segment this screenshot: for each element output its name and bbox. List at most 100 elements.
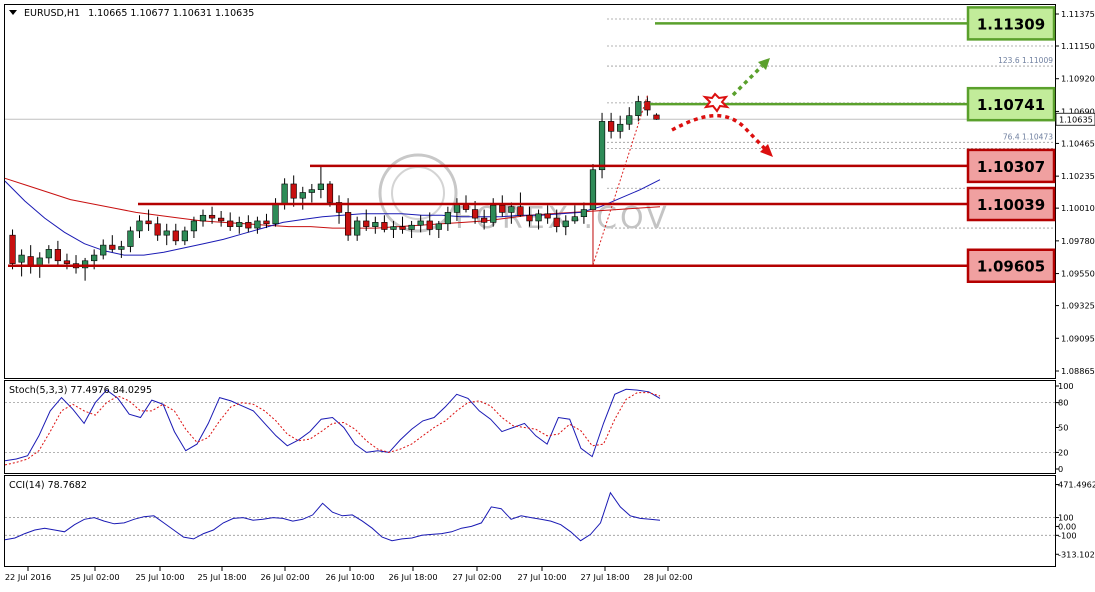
candle-body	[553, 217, 560, 227]
stoch-tick-label: 0	[1058, 464, 1063, 474]
candle-body	[218, 217, 225, 222]
candle-body	[444, 212, 451, 225]
candle-body	[54, 249, 61, 262]
stoch-tick-label: 100	[1058, 381, 1074, 391]
time-tick-label: 27 Jul 10:00	[517, 572, 566, 582]
price-tick-label: 1.11150	[1061, 41, 1095, 51]
stoch-tick-label: 50	[1058, 423, 1068, 433]
price-tick-label: 1.10465	[1061, 138, 1095, 148]
candle-body	[91, 254, 98, 262]
time-tick-label: 26 Jul 18:00	[388, 572, 437, 582]
candle-body	[199, 214, 207, 222]
price-tick-label: 1.08865	[1061, 366, 1095, 376]
ohlc-values: 1.10665 1.10677 1.10631 1.10635	[88, 8, 254, 19]
candle-body	[227, 220, 234, 227]
candle-body	[181, 230, 188, 242]
time-tick-label: 26 Jul 02:00	[260, 572, 309, 582]
candle-body	[562, 220, 569, 227]
candle-body	[190, 220, 198, 232]
candle-body	[580, 209, 588, 217]
time-tick-label: 25 Jul 02:00	[70, 572, 119, 582]
candle-body	[372, 222, 379, 227]
candle-body	[535, 213, 542, 222]
chart-canvas: FOREX-.COV 1.113091.107411.103071.100391…	[0, 0, 1095, 588]
candle-body	[281, 183, 288, 205]
candle-body	[571, 216, 578, 222]
candle-body	[381, 222, 388, 230]
candle-body	[608, 121, 615, 132]
candle-body	[435, 223, 442, 230]
candle-body	[390, 226, 397, 230]
candle-body	[544, 213, 551, 219]
candle-body	[326, 183, 334, 203]
candle-body	[626, 115, 633, 125]
candle-body	[399, 226, 406, 230]
candle-body	[9, 234, 16, 264]
candle-body	[163, 230, 170, 236]
candle-body	[254, 220, 261, 229]
level-label-text: 1.10741	[977, 96, 1045, 114]
candle-body	[45, 249, 52, 259]
price-tick-label: 1.10235	[1061, 171, 1095, 181]
time-tick-label: 27 Jul 02:00	[452, 572, 501, 582]
time-tick-label: 22 Jul 2016	[5, 572, 51, 582]
candle-body	[145, 220, 152, 225]
price-tick-label: 1.09095	[1061, 333, 1095, 343]
candle-body	[36, 257, 43, 266]
level-label-text: 1.10307	[977, 158, 1045, 176]
candle-body	[172, 230, 179, 242]
time-tick-label: 25 Jul 10:00	[135, 572, 184, 582]
fib-level-label: 123.6 1.11009	[998, 56, 1053, 65]
candle-body	[617, 123, 624, 132]
candle-body	[127, 230, 134, 247]
candle-body	[635, 101, 642, 116]
candle-body	[526, 214, 533, 222]
time-tick-label: 25 Jul 18:00	[197, 572, 246, 582]
stoch-tick-label: 80	[1058, 398, 1068, 408]
cci-tick-label: -313.102	[1058, 549, 1095, 559]
candle-body	[308, 189, 315, 193]
candle-body	[644, 101, 651, 111]
price-panel-header: EURUSD,H1 1.10665 1.10677 1.10631 1.10635	[24, 8, 254, 19]
candle-body	[354, 220, 361, 236]
level-label-text: 1.09605	[977, 258, 1045, 276]
candle-body	[63, 260, 71, 264]
fib-level-label: 76.4 1.10473	[1003, 132, 1053, 141]
cci-header: CCI(14) 78.7682	[9, 480, 87, 491]
level-label-text: 1.11309	[977, 15, 1045, 33]
candle-body	[481, 217, 488, 223]
cci-tick-label: 471.4962	[1058, 480, 1095, 490]
candle-body	[426, 220, 433, 230]
candle-body	[290, 183, 297, 199]
candle-body	[299, 192, 306, 199]
time-tick-label: 28 Jul 02:00	[643, 572, 692, 582]
candle-body	[154, 223, 161, 236]
time-tick-label: 27 Jul 18:00	[580, 572, 629, 582]
candle-body	[490, 205, 497, 223]
candle-body	[236, 222, 243, 227]
candle-body	[100, 244, 107, 256]
candle-body	[263, 220, 270, 225]
candle-body	[27, 256, 34, 266]
candle-body	[317, 183, 325, 190]
candle-body	[598, 121, 606, 171]
stoch-header: Stoch(5,3,3) 77.4976 84.0295	[9, 385, 152, 396]
candle-body	[408, 224, 415, 230]
candle-body	[653, 114, 660, 120]
price-tick-label: 1.09325	[1061, 301, 1095, 311]
candle-body	[109, 244, 116, 250]
price-tick-label: 1.10920	[1061, 74, 1095, 84]
candle-body	[508, 206, 515, 213]
candle-body	[18, 254, 25, 263]
candle-body	[118, 246, 125, 250]
candle-body	[208, 214, 216, 219]
cci-tick-label: -100	[1058, 530, 1077, 540]
candle-body	[272, 203, 279, 225]
candle-body	[344, 212, 352, 236]
time-tick-label: 26 Jul 10:00	[325, 572, 374, 582]
price-tick-label: 1.11375	[1061, 9, 1095, 19]
candle-body	[517, 206, 524, 216]
candle-body	[471, 209, 479, 219]
current-price-label: 1.10635	[1059, 114, 1093, 124]
candle-body	[245, 222, 252, 229]
